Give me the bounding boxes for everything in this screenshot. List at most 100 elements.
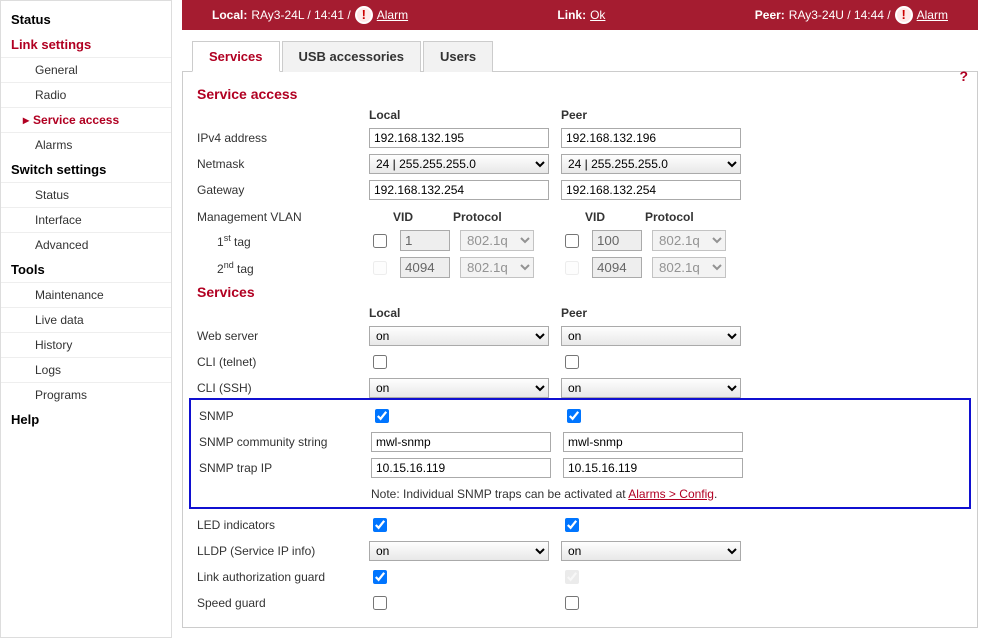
cli-ssh-peer-select[interactable]: on [561, 378, 741, 398]
link-auth-peer-checkbox [565, 570, 579, 584]
tag2-local-enable-checkbox [373, 261, 387, 275]
tag2-vid-peer-input [592, 257, 642, 278]
sidebar-group-link-settings[interactable]: Link settings [1, 32, 171, 57]
sidebar-group-switch-settings[interactable]: Switch settings [1, 157, 171, 182]
label-gateway: Gateway [197, 183, 357, 197]
sidebar-item-alarms[interactable]: Alarms [1, 132, 171, 157]
tag2-vid-local-input [400, 257, 450, 278]
led-peer-checkbox[interactable] [565, 518, 579, 532]
sidebar-item-sw-status[interactable]: Status [1, 182, 171, 207]
cli-ssh-local-select[interactable]: on [369, 378, 549, 398]
label-snmp-community: SNMP community string [199, 435, 359, 449]
alarm-icon[interactable]: ! [355, 6, 373, 24]
tag1-peer-enable-checkbox[interactable] [565, 234, 579, 248]
snmp-trap-peer-input[interactable] [563, 458, 743, 478]
sidebar-item-interface[interactable]: Interface [1, 207, 171, 232]
snmp-community-local-input[interactable] [371, 432, 551, 452]
topbar-peer-label: Peer: [755, 8, 785, 22]
col-head-protocol-local: Protocol [453, 210, 502, 224]
sidebar-item-live-data[interactable]: Live data [1, 307, 171, 332]
section-service-access-title: Service access [197, 80, 963, 108]
label-cli-ssh: CLI (SSH) [197, 381, 357, 395]
topbar-local: Local: RAy3-24L / 14:41 / ! Alarm [212, 6, 408, 24]
panel: Service access Local Peer IPv4 address N… [182, 72, 978, 628]
web-peer-select[interactable]: on [561, 326, 741, 346]
section-services-title: Services [197, 278, 963, 306]
sidebar-item-service-access[interactable]: Service access [1, 107, 171, 132]
cli-telnet-local-checkbox[interactable] [373, 355, 387, 369]
label-link-auth-guard: Link authorization guard [197, 570, 357, 584]
tag2-peer-enable-checkbox [565, 261, 579, 275]
label-web-server: Web server [197, 329, 357, 343]
topbar-local-alarm-link[interactable]: Alarm [377, 8, 408, 22]
tag2-proto-local-select: 802.1q [460, 257, 534, 278]
gateway-local-input[interactable] [369, 180, 549, 200]
label-snmp-trap-ip: SNMP trap IP [199, 461, 359, 475]
sidebar-item-general[interactable]: General [1, 57, 171, 82]
tab-users[interactable]: Users [423, 41, 493, 72]
lldp-local-select[interactable]: on [369, 541, 549, 561]
col-head-peer: Peer [561, 108, 741, 122]
speed-guard-peer-checkbox[interactable] [565, 596, 579, 610]
label-cli-telnet: CLI (telnet) [197, 355, 357, 369]
topbar-local-value: RAy3-24L / 14:41 / [251, 8, 350, 22]
col-head-local: Local [369, 108, 549, 122]
snmp-note-link[interactable]: Alarms > Config [628, 487, 714, 501]
topbar-link: Link: Ok [557, 8, 605, 22]
tag1-vid-local-input[interactable] [400, 230, 450, 251]
topbar-link-value[interactable]: Ok [590, 8, 605, 22]
sidebar-item-logs[interactable]: Logs [1, 357, 171, 382]
sidebar-item-maintenance[interactable]: Maintenance [1, 282, 171, 307]
sidebar-item-advanced[interactable]: Advanced [1, 232, 171, 257]
sidebar-group-status[interactable]: Status [1, 7, 171, 32]
snmp-community-peer-input[interactable] [563, 432, 743, 452]
ipv4-peer-input[interactable] [561, 128, 741, 148]
col-head-vid-local: VID [393, 210, 443, 224]
web-local-select[interactable]: on [369, 326, 549, 346]
topbar-link-label: Link: [557, 8, 586, 22]
lldp-peer-select[interactable]: on [561, 541, 741, 561]
label-snmp: SNMP [199, 409, 359, 423]
tab-usb-accessories[interactable]: USB accessories [282, 41, 422, 72]
tab-services[interactable]: Services [192, 41, 280, 72]
snmp-trap-local-input[interactable] [371, 458, 551, 478]
netmask-peer-select[interactable]: 24 | 255.255.255.0 [561, 154, 741, 174]
tag1-vid-peer-input[interactable] [592, 230, 642, 251]
tag1-proto-peer-select[interactable]: 802.1q [652, 230, 726, 251]
tab-bar: Services USB accessories Users [182, 40, 978, 72]
topbar-local-label: Local: [212, 8, 247, 22]
sidebar-group-tools[interactable]: Tools [1, 257, 171, 282]
tag1-proto-local-select[interactable]: 802.1q [460, 230, 534, 251]
link-auth-local-checkbox[interactable] [373, 570, 387, 584]
snmp-note: Note: Individual SNMP traps can be activ… [371, 484, 743, 501]
label-mgmt-vlan: Management VLAN [197, 210, 357, 224]
speed-guard-local-checkbox[interactable] [373, 596, 387, 610]
col-head-vid-peer: VID [585, 210, 635, 224]
sidebar-item-radio[interactable]: Radio [1, 82, 171, 107]
snmp-peer-checkbox[interactable] [567, 409, 581, 423]
col-head-local-2: Local [369, 306, 549, 320]
label-speed-guard: Speed guard [197, 596, 357, 610]
gateway-peer-input[interactable] [561, 180, 741, 200]
sidebar-item-history[interactable]: History [1, 332, 171, 357]
top-status-bar: Local: RAy3-24L / 14:41 / ! Alarm Link: … [182, 0, 978, 30]
col-head-peer-2: Peer [561, 306, 741, 320]
snmp-local-checkbox[interactable] [375, 409, 389, 423]
tag2-proto-peer-select: 802.1q [652, 257, 726, 278]
topbar-peer-value: RAy3-24U / 14:44 / [789, 8, 891, 22]
label-1st-tag: 1st tag [197, 233, 357, 249]
sidebar-group-help[interactable]: Help [1, 407, 171, 432]
cli-telnet-peer-checkbox[interactable] [565, 355, 579, 369]
label-netmask: Netmask [197, 157, 357, 171]
alarm-icon[interactable]: ! [895, 6, 913, 24]
label-lldp: LLDP (Service IP info) [197, 544, 357, 558]
led-local-checkbox[interactable] [373, 518, 387, 532]
topbar-peer-alarm-link[interactable]: Alarm [917, 8, 948, 22]
ipv4-local-input[interactable] [369, 128, 549, 148]
tag1-local-enable-checkbox[interactable] [373, 234, 387, 248]
sidebar-item-programs[interactable]: Programs [1, 382, 171, 407]
label-led-indicators: LED indicators [197, 518, 357, 532]
col-head-protocol-peer: Protocol [645, 210, 694, 224]
netmask-local-select[interactable]: 24 | 255.255.255.0 [369, 154, 549, 174]
label-ipv4: IPv4 address [197, 131, 357, 145]
